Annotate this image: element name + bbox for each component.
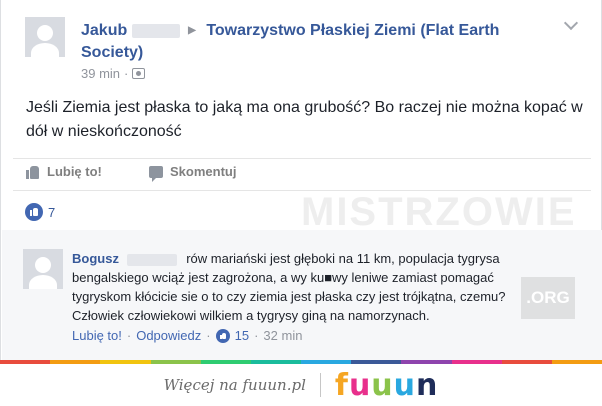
post-meta: 39 min ·	[81, 66, 146, 81]
triangle-right-icon: ▶	[188, 25, 196, 36]
like-reaction-icon	[215, 328, 230, 343]
reaction-count[interactable]: 7	[48, 205, 55, 220]
comment-button-label: Skomentuj	[170, 164, 237, 179]
logo-letter: u	[393, 367, 417, 403]
post-actions: Lubię to! Skomentuj	[1, 160, 602, 186]
redacted-surname	[126, 253, 177, 266]
like-reaction-icon	[25, 203, 43, 221]
dot-separator: ·	[126, 328, 132, 343]
dot-separator: ·	[124, 66, 129, 81]
watermark-text: MISTRZOWIE	[301, 190, 577, 234]
comment-author-name[interactable]: Bogusz	[72, 251, 119, 266]
comment: Bogusz rów mariański jest głęboki na 11 …	[72, 249, 552, 325]
footer-separator	[319, 373, 321, 397]
reactions-summary[interactable]: 7	[25, 203, 55, 221]
divider	[13, 158, 591, 159]
fuuun-logo[interactable]: fuuun	[335, 368, 439, 403]
like-button-label: Lubię to!	[47, 164, 102, 179]
like-button[interactable]: Lubię to!	[26, 164, 102, 179]
chevron-down-icon[interactable]	[563, 15, 579, 31]
watermark-suffix: .ORG	[521, 277, 575, 319]
footer: Więcej na fuuun.pl fuuun	[0, 364, 602, 406]
post-text: Jeśli Ziemia jest płaska to jaką ma ona …	[26, 99, 583, 140]
post-author-name[interactable]: Jakub	[81, 22, 127, 39]
redacted-surname	[131, 24, 180, 38]
logo-letter: n	[416, 367, 439, 403]
comment-section: Bogusz rów mariański jest głęboki na 11 …	[2, 230, 602, 360]
post-timestamp[interactable]: 39 min	[81, 66, 120, 81]
post-author-avatar[interactable]	[25, 17, 65, 57]
dot-separator: ·	[206, 328, 211, 343]
footer-link[interactable]: Więcej na fuuun.pl	[164, 376, 306, 394]
comment-button[interactable]: Skomentuj	[149, 164, 237, 182]
logo-letter: u	[348, 367, 372, 403]
comment-bubble-icon	[149, 165, 163, 182]
logo-letter: u	[371, 367, 394, 403]
logo-letter: f	[334, 367, 349, 403]
divider	[13, 190, 591, 191]
thumbs-up-icon	[26, 165, 40, 179]
comment-actions: Lubię to! · Odpowiedz · 15 · 32 min	[72, 328, 302, 343]
comment-reply-button[interactable]: Odpowiedz	[136, 328, 201, 343]
comment-like-count[interactable]: 15	[235, 328, 249, 343]
comment-timestamp[interactable]: 32 min	[263, 328, 302, 343]
dot-separator: ·	[254, 328, 259, 343]
audience-group-icon[interactable]	[132, 68, 146, 79]
post-header: Jakub ▶ Towarzystwo Płaskiej Ziemi (Flat…	[81, 20, 551, 64]
comment-like-button[interactable]: Lubię to!	[72, 328, 122, 343]
post-card: Jakub ▶ Towarzystwo Płaskiej Ziemi (Flat…	[0, 0, 602, 360]
comment-author-avatar[interactable]	[23, 249, 63, 289]
